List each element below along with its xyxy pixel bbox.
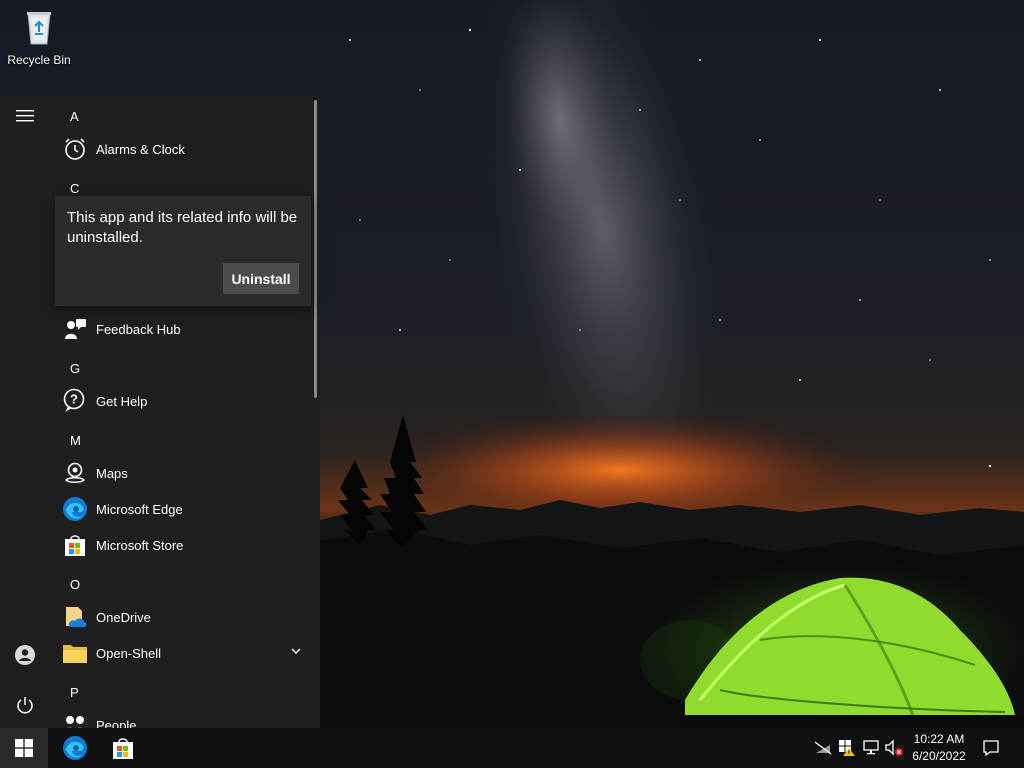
app-name: Open-Shell xyxy=(96,645,162,661)
group-header-g[interactable]: G xyxy=(70,361,80,376)
app-microsoft-store[interactable]: Microsoft Store xyxy=(62,529,308,561)
security-warning-icon xyxy=(839,740,855,756)
windows-logo-icon xyxy=(15,739,33,757)
user-account-button[interactable] xyxy=(9,639,41,671)
action-center-button[interactable] xyxy=(981,738,1001,758)
clock-date: 6/20/2022 xyxy=(912,749,966,763)
store-icon xyxy=(65,535,85,556)
tray-volume[interactable] xyxy=(884,738,904,758)
app-feedback-hub[interactable]: Feedback Hub xyxy=(62,313,308,345)
folder-icon xyxy=(63,645,87,663)
app-name: OneDrive xyxy=(96,609,151,625)
app-get-help[interactable]: ? Get Help xyxy=(62,385,308,417)
uninstall-button[interactable]: Uninstall xyxy=(223,263,299,294)
recycle-bin-icon xyxy=(27,12,51,45)
user-icon xyxy=(15,645,35,665)
recycle-bin-shortcut[interactable]: Recycle Bin xyxy=(4,6,74,67)
action-center-icon xyxy=(983,740,999,757)
edge-icon xyxy=(63,497,87,521)
tray-security[interactable] xyxy=(837,738,857,758)
app-name: Maps xyxy=(96,465,128,481)
taskbar: 10:22 AM 6/20/2022 xyxy=(0,728,1024,768)
expand-menu-button[interactable] xyxy=(9,100,41,132)
group-header-c[interactable]: C xyxy=(70,181,79,196)
start-button[interactable] xyxy=(0,728,48,768)
network-off-icon xyxy=(814,741,832,755)
tray-network[interactable] xyxy=(861,738,881,758)
volume-muted-icon xyxy=(885,739,903,756)
app-name: Microsoft Edge xyxy=(96,501,183,517)
network-icon xyxy=(863,740,879,755)
maps-icon xyxy=(65,462,85,483)
uninstall-message: This app and its related info will be un… xyxy=(67,209,298,246)
group-header-a[interactable]: A xyxy=(70,109,79,124)
app-people[interactable]: People xyxy=(62,709,308,728)
start-rail xyxy=(0,96,50,728)
app-open-shell-folder[interactable]: Open-Shell xyxy=(62,637,308,669)
feedback-hub-icon xyxy=(65,319,86,339)
app-maps[interactable]: Maps xyxy=(62,457,308,489)
people-icon xyxy=(66,716,84,728)
svg-text:?: ? xyxy=(70,392,78,407)
group-header-p[interactable]: P xyxy=(70,685,79,700)
app-list: A Alarms & Clock C Feedback Hub G ? Get … xyxy=(54,96,314,728)
group-header-m[interactable]: M xyxy=(70,433,81,448)
edge-icon xyxy=(63,736,87,760)
app-name: People xyxy=(96,717,137,729)
app-name: Microsoft Store xyxy=(96,537,184,553)
clock-time: 10:22 AM xyxy=(913,732,965,746)
taskbar-clock[interactable]: 10:22 AM 6/20/2022 xyxy=(904,731,974,765)
taskbar-edge-button[interactable] xyxy=(52,728,98,768)
start-menu: A Alarms & Clock C Feedback Hub G ? Get … xyxy=(0,96,320,728)
alarm-clock-icon xyxy=(65,138,85,160)
store-icon xyxy=(113,738,133,759)
recycle-bin-label: Recycle Bin xyxy=(7,53,71,67)
hamburger-icon xyxy=(16,110,34,122)
group-header-o[interactable]: O xyxy=(70,577,80,592)
app-name: Feedback Hub xyxy=(96,321,181,337)
app-list-scrollbar[interactable] xyxy=(314,100,317,398)
get-help-icon: ? xyxy=(63,388,85,412)
app-name: Get Help xyxy=(96,393,148,409)
onedrive-icon xyxy=(66,607,87,627)
app-microsoft-edge[interactable]: Microsoft Edge xyxy=(62,493,308,525)
app-name: Alarms & Clock xyxy=(96,141,185,157)
power-icon xyxy=(17,697,33,714)
taskbar-store-button[interactable] xyxy=(100,728,146,768)
tray-network-status[interactable] xyxy=(813,738,833,758)
uninstall-confirmation-flyout: This app and its related info will be un… xyxy=(55,196,311,306)
app-onedrive[interactable]: OneDrive xyxy=(62,601,308,633)
chevron-down-icon[interactable] xyxy=(290,645,302,657)
power-button[interactable] xyxy=(9,689,41,721)
app-alarms-clock[interactable]: Alarms & Clock xyxy=(62,133,308,165)
